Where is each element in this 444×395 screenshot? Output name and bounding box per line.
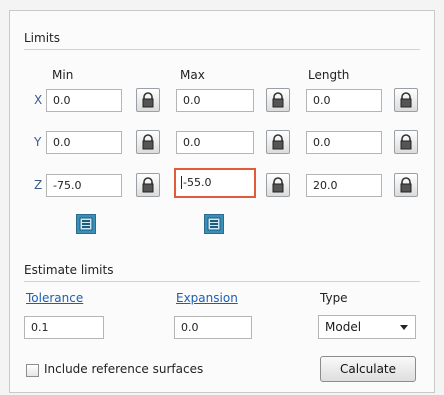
- padlock-icon: [400, 177, 412, 193]
- axis-label-y: Y: [34, 135, 42, 149]
- limits-section-title: Limits: [24, 31, 60, 45]
- y-min-lock-button[interactable]: [136, 130, 160, 154]
- type-select[interactable]: Model: [318, 315, 416, 339]
- list-picker-icon: [207, 217, 221, 231]
- padlock-icon: [400, 92, 412, 108]
- padlock-icon: [272, 134, 284, 150]
- dropdown-arrow-icon: [400, 325, 408, 330]
- min-list-picker-button[interactable]: [76, 214, 96, 234]
- max-list-picker-button[interactable]: [204, 214, 224, 234]
- include-reference-surfaces-checkbox[interactable]: [26, 364, 39, 377]
- y-min-field[interactable]: 0.0: [46, 131, 122, 154]
- list-picker-icon: [79, 217, 93, 231]
- calculate-button[interactable]: Calculate: [320, 356, 416, 382]
- y-length-field[interactable]: 0.0: [306, 131, 382, 154]
- column-header-length: Length: [308, 68, 350, 82]
- z-length-field[interactable]: 20.0: [306, 174, 382, 197]
- padlock-icon: [142, 134, 154, 150]
- y-max-field[interactable]: 0.0: [176, 131, 254, 154]
- x-length-field[interactable]: 0.0: [306, 89, 382, 112]
- limits-divider: [24, 49, 420, 50]
- z-min-field[interactable]: -75.0: [46, 174, 122, 197]
- padlock-icon: [142, 92, 154, 108]
- limits-panel: Limits Min Max Length X 0.0 0.0 0.0 Y 0.…: [9, 10, 435, 393]
- y-max-lock-button[interactable]: [266, 130, 290, 154]
- z-max-field[interactable]: -55.0: [174, 168, 256, 198]
- estimate-divider: [24, 281, 420, 282]
- include-reference-surfaces-label[interactable]: Include reference surfaces: [44, 362, 203, 376]
- x-min-field[interactable]: 0.0: [46, 89, 122, 112]
- padlock-icon: [142, 177, 154, 193]
- expansion-field[interactable]: 0.0: [174, 316, 252, 339]
- axis-label-z: Z: [34, 178, 43, 192]
- type-label: Type: [320, 291, 348, 305]
- column-header-min: Min: [52, 68, 74, 82]
- column-header-max: Max: [180, 68, 205, 82]
- estimate-section-title: Estimate limits: [24, 263, 114, 277]
- y-length-lock-button[interactable]: [394, 130, 418, 154]
- expansion-link[interactable]: Expansion: [176, 291, 238, 305]
- z-min-lock-button[interactable]: [136, 173, 160, 197]
- text-caret: [181, 175, 182, 189]
- padlock-icon: [272, 92, 284, 108]
- z-max-lock-button[interactable]: [266, 173, 290, 197]
- padlock-icon: [272, 177, 284, 193]
- x-max-lock-button[interactable]: [266, 88, 290, 112]
- type-select-value: Model: [325, 320, 362, 334]
- axis-label-x: X: [34, 93, 43, 107]
- z-max-value: -55.0: [183, 176, 212, 189]
- tolerance-field[interactable]: 0.1: [24, 316, 104, 339]
- x-min-lock-button[interactable]: [136, 88, 160, 112]
- z-length-lock-button[interactable]: [394, 173, 418, 197]
- tolerance-link[interactable]: Tolerance: [26, 291, 83, 305]
- x-length-lock-button[interactable]: [394, 88, 418, 112]
- padlock-icon: [400, 134, 412, 150]
- x-max-field[interactable]: 0.0: [176, 89, 254, 112]
